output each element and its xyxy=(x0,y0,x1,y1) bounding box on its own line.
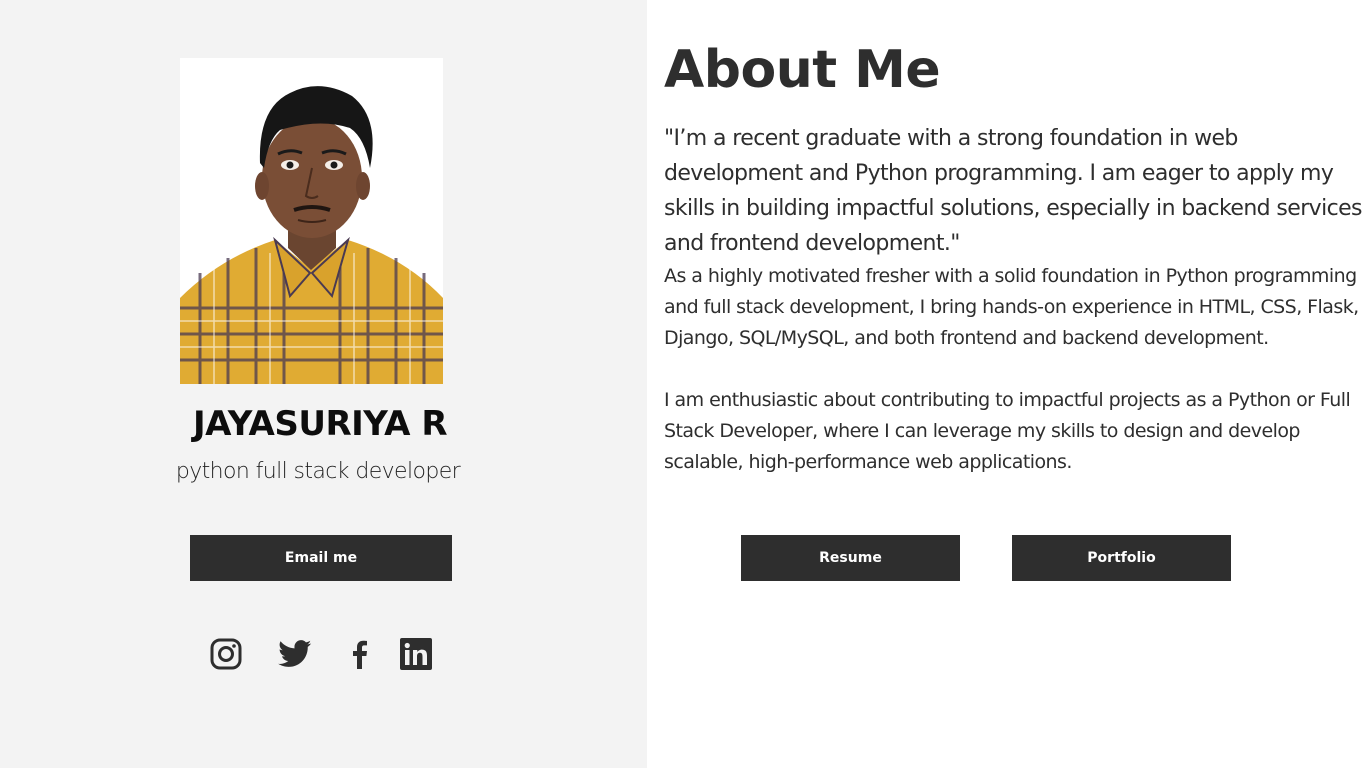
about-paragraph-1: As a highly motivated fresher with a sol… xyxy=(664,265,1359,349)
about-paragraph-2: I am enthusiastic about contributing to … xyxy=(664,389,1351,473)
linkedin-icon xyxy=(400,638,432,670)
portfolio-page: JAYASURIYA R python full stack developer… xyxy=(0,0,1366,768)
linkedin-link[interactable] xyxy=(399,636,433,672)
facebook-icon xyxy=(353,640,367,669)
twitter-icon xyxy=(278,640,312,667)
about-title: About Me xyxy=(664,40,941,100)
profile-photo xyxy=(180,58,443,384)
facebook-link[interactable] xyxy=(345,636,373,672)
twitter-link[interactable] xyxy=(276,636,314,672)
portfolio-button[interactable]: Portfolio xyxy=(1012,535,1231,581)
email-me-button[interactable]: Email me xyxy=(190,535,452,581)
profile-name: JAYASURIYA R xyxy=(192,404,448,444)
about-quote: "I’m a recent graduate with a strong fou… xyxy=(664,126,1363,256)
instagram-link[interactable] xyxy=(208,636,244,672)
instagram-icon xyxy=(210,638,242,670)
profile-role: python full stack developer xyxy=(175,459,461,484)
profile-panel: JAYASURIYA R python full stack developer… xyxy=(0,0,647,768)
about-panel xyxy=(647,0,1366,768)
resume-button[interactable]: Resume xyxy=(741,535,960,581)
